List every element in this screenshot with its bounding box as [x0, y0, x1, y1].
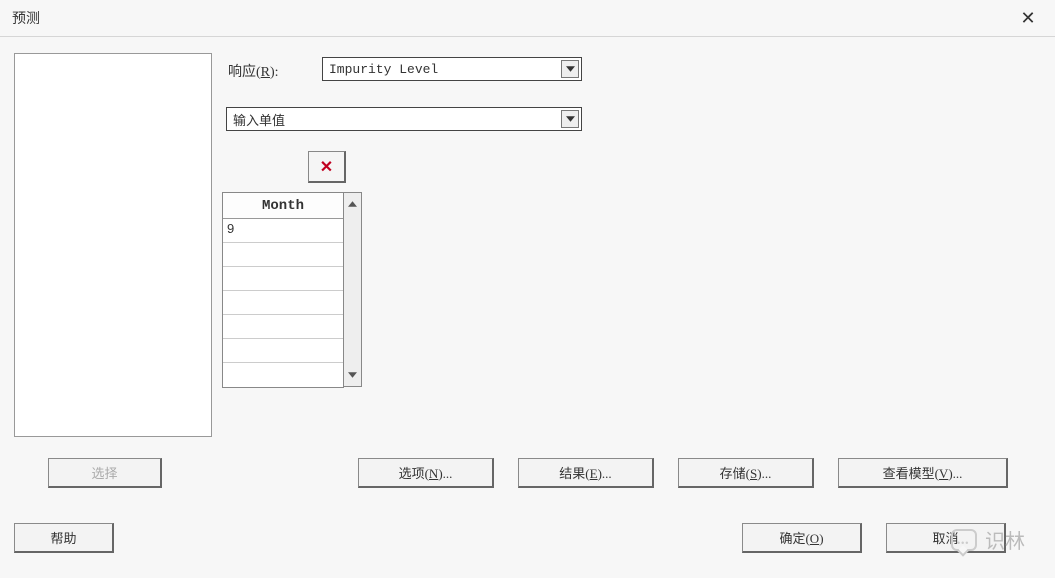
- scroll-thumb[interactable]: [346, 216, 360, 236]
- response-dropdown[interactable]: Impurity Level: [322, 57, 582, 81]
- chevron-down-icon[interactable]: [561, 110, 579, 128]
- chevron-down-icon[interactable]: [561, 60, 579, 78]
- grid-cell[interactable]: [223, 315, 343, 339]
- cancel-button[interactable]: 取消: [886, 523, 1006, 553]
- input-mode-dropdown[interactable]: 输入单值: [226, 107, 582, 131]
- window-title: 预测: [12, 8, 40, 28]
- grid-cell[interactable]: [223, 243, 343, 267]
- grid-cell[interactable]: [223, 267, 343, 291]
- variable-list[interactable]: [14, 53, 212, 437]
- select-button: 选择: [48, 458, 162, 488]
- grid-cell[interactable]: [223, 363, 343, 387]
- grid-cell[interactable]: 9: [223, 219, 343, 243]
- response-label: 响应(R):: [228, 65, 279, 80]
- input-mode-value: 输入单值: [233, 110, 285, 129]
- response-value: Impurity Level: [329, 62, 438, 77]
- ok-button[interactable]: 确定(O): [742, 523, 862, 553]
- grid-cell[interactable]: [223, 339, 343, 363]
- close-icon[interactable]: ✕: [1013, 8, 1043, 29]
- results-button[interactable]: 结果(E)...: [518, 458, 654, 488]
- help-button[interactable]: 帮助: [14, 523, 114, 553]
- delete-button[interactable]: ✕: [308, 151, 346, 183]
- options-button[interactable]: 选项(N)...: [358, 458, 494, 488]
- x-icon: ✕: [320, 157, 333, 177]
- grid-header-month: Month: [223, 193, 343, 219]
- grid-cell[interactable]: [223, 291, 343, 315]
- store-button[interactable]: 存储(S)...: [678, 458, 814, 488]
- grid-vscroll[interactable]: [344, 192, 362, 387]
- view-model-button[interactable]: 查看模型(V)...: [838, 458, 1008, 488]
- scroll-up-icon[interactable]: [344, 193, 361, 215]
- input-grid[interactable]: Month 9: [222, 192, 344, 388]
- scroll-down-icon[interactable]: [344, 364, 361, 386]
